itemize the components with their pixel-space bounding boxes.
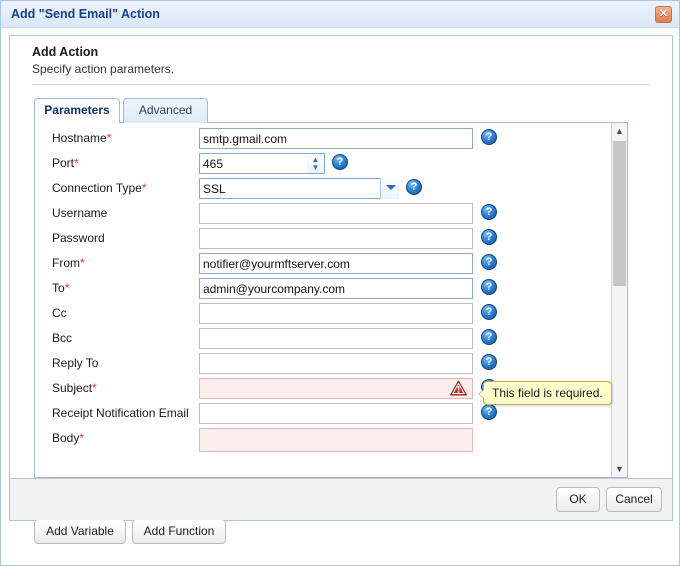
port-spinner[interactable]: ▲ ▼	[307, 153, 325, 174]
port-input[interactable]	[199, 153, 324, 174]
help-icon-password[interactable]: ?	[481, 229, 497, 245]
tab-advanced[interactable]: Advanced	[123, 98, 208, 123]
help-icon-to[interactable]: ?	[481, 279, 497, 295]
label-username: Username	[52, 206, 108, 220]
add-variable-button[interactable]: Add Variable	[34, 519, 126, 544]
required-marker: *	[79, 431, 85, 445]
username-input[interactable]	[199, 203, 473, 224]
label-receipt-notification-email: Receipt Notification Email	[52, 406, 189, 420]
help-icon-reply-to[interactable]: ?	[481, 354, 497, 370]
label-body: Body*	[52, 431, 85, 445]
help-icon-bcc[interactable]: ?	[481, 329, 497, 345]
to-input[interactable]	[199, 278, 473, 299]
label-port: Port*	[52, 156, 79, 170]
dialog-title: Add "Send Email" Action	[11, 7, 160, 21]
field-row-hostname: Hostname* ?	[35, 127, 612, 152]
required-marker: *	[74, 156, 79, 170]
label-reply-to: Reply To	[52, 356, 99, 370]
field-row-to: To* ?	[35, 277, 612, 302]
scrollbar-thumb[interactable]	[613, 141, 626, 286]
label-connection-type: Connection Type*	[52, 181, 147, 195]
form-scroll-viewport: Hostname* ? Port* ▲ ▼ ? Connection T	[35, 123, 612, 477]
label-password: Password	[52, 231, 105, 245]
field-row-connection-type: Connection Type* ?	[35, 177, 612, 202]
help-icon-from[interactable]: ?	[481, 254, 497, 270]
field-row-port: Port* ▲ ▼ ?	[35, 152, 612, 177]
reply-to-input[interactable]	[199, 353, 473, 374]
warning-triangle-icon[interactable]	[450, 380, 467, 396]
from-input[interactable]	[199, 253, 473, 274]
scroll-down-icon[interactable]: ▼	[612, 461, 627, 477]
cc-input[interactable]	[199, 303, 473, 324]
tabstrip: Parameters Advanced	[34, 98, 628, 124]
bcc-input[interactable]	[199, 328, 473, 349]
field-row-from: From* ?	[35, 252, 612, 277]
help-icon-username[interactable]: ?	[481, 204, 497, 220]
tab-parameters[interactable]: Parameters	[34, 98, 120, 124]
dialog-titlebar: Add "Send Email" Action ✕	[1, 1, 679, 28]
cancel-button[interactable]: Cancel	[606, 487, 662, 512]
dialog-footer: OK Cancel	[10, 478, 672, 520]
required-marker: *	[64, 281, 70, 295]
label-subject: Subject*	[52, 381, 97, 395]
help-icon-connection-type[interactable]: ?	[406, 179, 422, 195]
label-cc: Cc	[52, 306, 67, 320]
ok-button[interactable]: OK	[556, 487, 600, 512]
field-row-receipt-notification-email: Receipt Notification Email ?	[35, 402, 612, 427]
body-textarea[interactable]	[199, 428, 473, 452]
field-row-bcc: Bcc ?	[35, 327, 612, 352]
chevron-down-icon[interactable]	[380, 178, 399, 199]
dialog-window: Add "Send Email" Action ✕ Add Action Spe…	[0, 0, 680, 566]
scroll-up-icon[interactable]: ▲	[612, 123, 627, 139]
spinner-up-icon[interactable]: ▲	[311, 156, 320, 164]
receipt-notification-email-input[interactable]	[199, 403, 473, 424]
label-from: From*	[52, 256, 85, 270]
password-input[interactable]	[199, 228, 473, 249]
hostname-input[interactable]	[199, 128, 473, 149]
close-icon[interactable]: ✕	[655, 6, 672, 23]
form-vertical-scrollbar[interactable]: ▲ ▼	[611, 123, 627, 477]
add-function-button[interactable]: Add Function	[132, 519, 226, 544]
action-header: Add Action Specify action parameters.	[32, 44, 650, 77]
validation-tooltip: This field is required.	[478, 381, 612, 405]
required-marker: *	[80, 256, 85, 270]
field-row-username: Username ?	[35, 202, 612, 227]
required-marker: *	[92, 381, 97, 395]
connection-type-select[interactable]	[199, 178, 399, 199]
label-bcc: Bcc	[52, 331, 73, 345]
required-marker: *	[106, 131, 112, 145]
help-icon-port[interactable]: ?	[332, 154, 348, 170]
field-row-password: Password ?	[35, 227, 612, 252]
field-row-body: Body*	[35, 427, 612, 477]
header-divider	[32, 84, 650, 85]
help-icon-cc[interactable]: ?	[481, 304, 497, 320]
parameters-form: Hostname* ? Port* ▲ ▼ ? Connection T	[34, 122, 628, 478]
label-to: To*	[52, 281, 70, 295]
field-row-reply-to: Reply To ?	[35, 352, 612, 377]
required-marker: *	[141, 181, 147, 195]
help-icon-hostname[interactable]: ?	[481, 129, 497, 145]
subject-input[interactable]	[199, 378, 473, 399]
page-title: Add Action	[32, 45, 99, 59]
field-row-cc: Cc ?	[35, 302, 612, 327]
page-subtitle: Specify action parameters.	[32, 62, 175, 76]
dialog-body-panel: Add Action Specify action parameters. Pa…	[9, 35, 673, 544]
label-hostname: Hostname*	[52, 131, 112, 145]
spinner-down-icon[interactable]: ▼	[311, 164, 320, 172]
help-icon-receipt-notification-email[interactable]: ?	[481, 404, 497, 420]
